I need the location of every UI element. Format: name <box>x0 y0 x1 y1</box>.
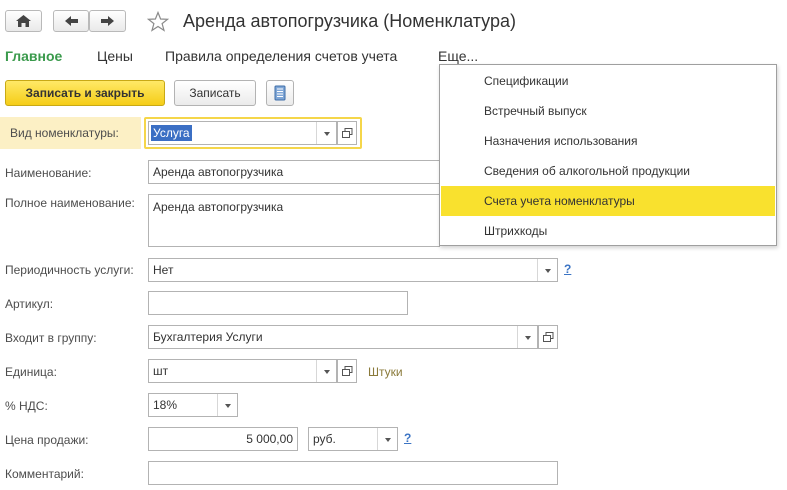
back-button[interactable] <box>53 10 89 32</box>
full-name-label: Полное наименование: <box>5 196 135 210</box>
document-list-icon <box>274 85 286 101</box>
unit-select[interactable]: шт <box>148 359 337 383</box>
menu-item-counter-output[interactable]: Встречный выпуск <box>441 96 775 126</box>
kind-value: Услуга <box>151 125 192 141</box>
open-window-icon <box>342 128 353 138</box>
vat-select[interactable]: 18% <box>148 393 238 417</box>
article-label: Артикул: <box>5 297 54 311</box>
structure-button[interactable] <box>266 80 294 106</box>
star-icon[interactable] <box>147 11 169 33</box>
menu-item-alcohol-info[interactable]: Сведения об алкогольной продукции <box>441 156 775 186</box>
price-input[interactable]: 5 000,00 <box>148 427 298 451</box>
menu-item-usage-purposes[interactable]: Назначения использования <box>441 126 775 156</box>
forward-button[interactable] <box>89 10 126 32</box>
save-button[interactable]: Записать <box>174 80 256 106</box>
vat-value: 18% <box>153 398 178 412</box>
home-icon <box>16 15 31 27</box>
save-and-close-button[interactable]: Записать и закрыть <box>5 80 165 106</box>
name-input[interactable]: Аренда автопогрузчика <box>148 160 440 184</box>
arrow-left-icon <box>65 16 78 26</box>
arrow-right-icon <box>101 16 114 26</box>
tab-more[interactable]: Еще... <box>438 48 478 64</box>
vat-label: % НДС: <box>5 399 48 413</box>
unit-dropdown-button[interactable] <box>316 360 336 382</box>
unit-value: шт <box>153 364 169 378</box>
group-open-button[interactable] <box>538 325 558 349</box>
page-title: Аренда автопогрузчика (Номенклатура) <box>183 11 516 31</box>
currency-select[interactable]: руб. <box>308 427 398 451</box>
periodicity-dropdown-button[interactable] <box>537 259 557 281</box>
periodicity-select[interactable]: Нет <box>148 258 558 282</box>
comment-label: Комментарий: <box>5 467 84 481</box>
kind-label: Вид номенклатуры: <box>10 126 119 140</box>
periodicity-help-icon[interactable]: ? <box>564 262 571 276</box>
menu-item-barcodes[interactable]: Штрихкоды <box>441 216 775 246</box>
name-label: Наименование: <box>5 166 92 180</box>
periodicity-value: Нет <box>153 263 174 277</box>
open-window-icon <box>342 366 353 376</box>
unit-open-button[interactable] <box>337 359 357 383</box>
price-help-icon[interactable]: ? <box>404 431 411 445</box>
currency-dropdown-button[interactable] <box>377 428 397 450</box>
menu-item-specifications[interactable]: Спецификации <box>441 66 775 96</box>
tab-prices[interactable]: Цены <box>97 48 133 64</box>
group-dropdown-button[interactable] <box>517 326 537 348</box>
unit-description: Штуки <box>368 365 403 379</box>
article-input[interactable] <box>148 291 408 315</box>
kind-select[interactable]: Услуга <box>148 121 337 145</box>
full-name-textarea[interactable]: Аренда автопогрузчика <box>148 194 440 247</box>
kind-dropdown-button[interactable] <box>316 122 336 144</box>
comment-input[interactable] <box>148 461 558 485</box>
more-menu: Спецификации Встречный выпуск Назначения… <box>439 64 777 246</box>
kind-open-button[interactable] <box>337 121 357 145</box>
group-select[interactable]: Бухгалтерия Услуги <box>148 325 538 349</box>
group-label: Входит в группу: <box>5 331 97 345</box>
price-label: Цена продажи: <box>5 433 89 447</box>
periodicity-label: Периодичность услуги: <box>5 263 134 277</box>
vat-dropdown-button[interactable] <box>217 394 237 416</box>
home-button[interactable] <box>5 10 42 32</box>
menu-item-accounting-accounts[interactable]: Счета учета номенклатуры <box>441 186 775 216</box>
group-value: Бухгалтерия Услуги <box>153 330 263 344</box>
open-window-icon <box>543 332 554 342</box>
tab-account-rules[interactable]: Правила определения счетов учета <box>165 48 397 64</box>
tab-main[interactable]: Главное <box>5 48 62 64</box>
unit-label: Единица: <box>5 365 57 379</box>
currency-value: руб. <box>313 432 336 446</box>
